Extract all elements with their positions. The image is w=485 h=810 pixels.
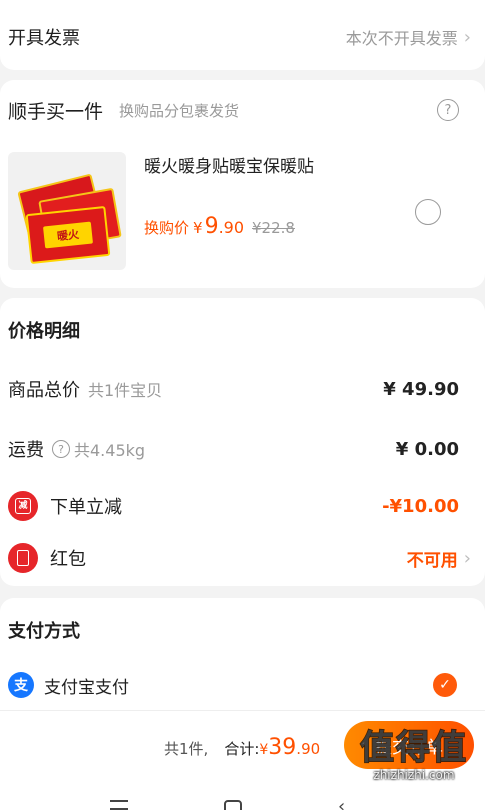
discount-icon: 减: [8, 491, 38, 521]
goods-count: 共1件宝贝: [88, 381, 163, 400]
addon-subtitle: 换购品分包裹发货: [119, 101, 240, 120]
selected-check-icon[interactable]: ✓: [433, 673, 457, 697]
goods-total-value: ¥ 49.90: [383, 378, 459, 400]
menu-icon[interactable]: [110, 800, 128, 810]
swap-price-label: 换购价: [144, 219, 190, 237]
redpacket-value: 不可用: [406, 550, 458, 571]
alipay-label: 支付宝支付: [44, 677, 129, 698]
footer-total-currency: ¥: [259, 742, 269, 758]
footer-total-label: 合计:: [224, 740, 260, 758]
discount-label: 下单立减: [50, 497, 122, 518]
system-nav-bar: ‹: [0, 782, 485, 810]
swap-price-int: 9: [204, 214, 219, 239]
invoice-value[interactable]: 本次不开具发票: [346, 25, 458, 49]
invoice-label: 开具发票: [8, 28, 80, 49]
shipping-label: 运费: [8, 440, 44, 461]
footer-total-dec: .90: [296, 740, 321, 758]
redpacket-row[interactable]: 红包 不可用 ›: [8, 542, 471, 574]
alipay-icon: 支: [8, 672, 34, 698]
footer-bar: 共1件, 合计: ¥ 39 .90 提交订单: [0, 710, 485, 782]
chevron-right-icon: ›: [463, 26, 471, 48]
payment-title: 支付方式: [8, 621, 80, 642]
home-icon[interactable]: [224, 800, 242, 810]
discount-value: -¥10.00: [382, 495, 459, 517]
footer-total-int: 39: [268, 735, 297, 760]
back-icon[interactable]: ‹: [338, 796, 345, 810]
swap-price-dec: .90: [218, 218, 245, 237]
product-name[interactable]: 暖火暖身贴暖宝保暖贴: [144, 152, 314, 177]
submit-order-button[interactable]: 提交订单: [344, 721, 474, 769]
shipping-value: ¥ 0.00: [395, 438, 459, 460]
chevron-right-icon: ›: [463, 547, 471, 569]
help-icon[interactable]: ?: [52, 440, 70, 458]
red-packet-icon: [8, 543, 38, 573]
redpacket-label: 红包: [50, 549, 86, 570]
swap-price-currency: ¥: [193, 219, 203, 237]
help-icon[interactable]: ?: [437, 99, 459, 121]
product-image-label: 暖火: [42, 221, 94, 249]
addon-select-radio[interactable]: [415, 199, 441, 225]
original-price: ¥22.8: [252, 219, 295, 237]
price-detail-title: 价格明细: [8, 321, 80, 342]
price-detail-card: 价格明细 商品总价 共1件宝贝 ¥ 49.90 运费 ? 共4.45kg ¥ 0…: [0, 298, 485, 586]
shipping-weight: 共4.45kg: [74, 441, 146, 460]
goods-total-label: 商品总价: [8, 380, 80, 401]
addon-title: 顺手买一件: [8, 100, 104, 123]
addon-card: 顺手买一件 换购品分包裹发货 ? 暖火 暖火暖身贴暖宝保暖贴 换购价 ¥ 9 .…: [0, 80, 485, 288]
footer-count: 共1件,: [164, 740, 209, 758]
product-image[interactable]: 暖火: [8, 152, 126, 270]
invoice-card[interactable]: 开具发票 本次不开具发票 ›: [0, 0, 485, 70]
alipay-option[interactable]: 支 支付宝支付 ✓: [8, 670, 471, 700]
